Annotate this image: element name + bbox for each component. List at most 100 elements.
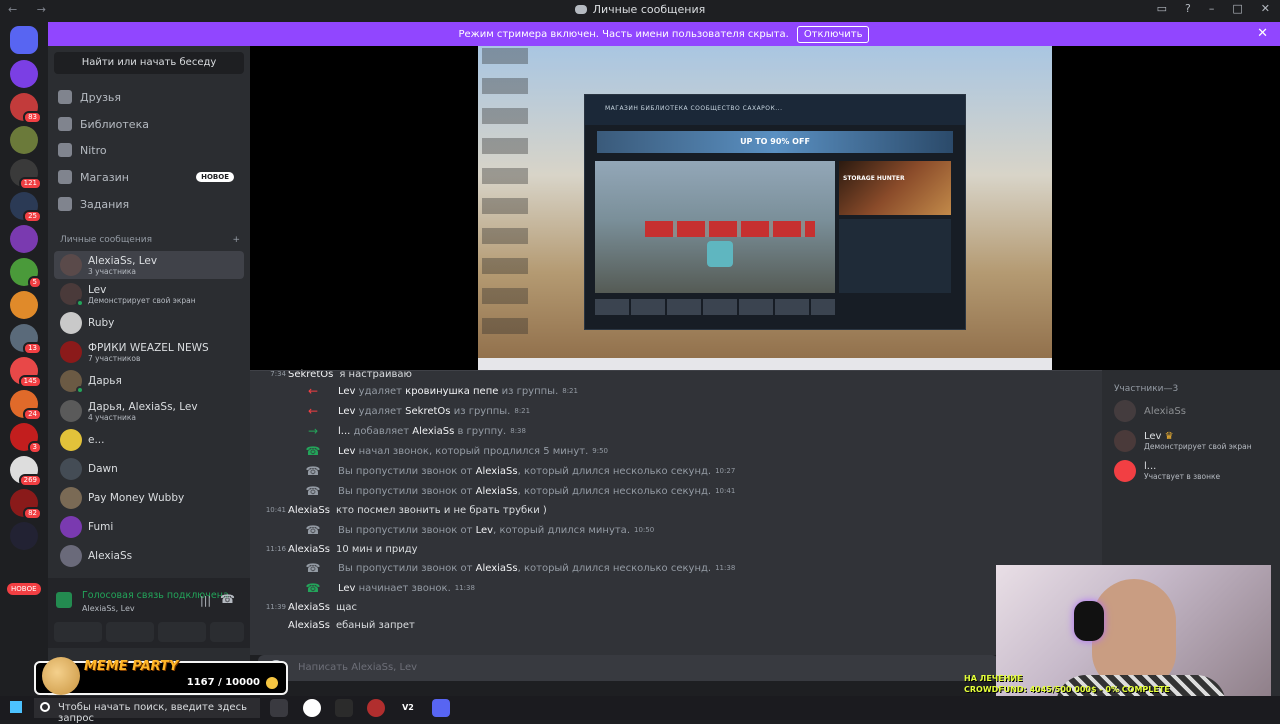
- search-input[interactable]: Найти или начать беседу: [54, 52, 244, 74]
- chat-message[interactable]: ☎ Вы пропустили звонок от AlexiaSs, котор…: [250, 558, 1102, 578]
- dm-item[interactable]: AlexiaSs, Lev 3 участника: [54, 251, 244, 279]
- dm-item[interactable]: Ruby: [54, 309, 244, 337]
- soundboard-button[interactable]: [210, 622, 244, 642]
- message-timestamp: 10:41: [715, 487, 736, 495]
- chat-message[interactable]: ☎ Вы пропустили звонок от AlexiaSs, котор…: [250, 461, 1102, 481]
- nav-nitro[interactable]: Nitro: [58, 139, 244, 161]
- mention-badge: 25: [23, 210, 42, 223]
- nav-friends[interactable]: Друзья: [58, 86, 244, 108]
- discord-task-icon[interactable]: [432, 699, 450, 717]
- chat-message[interactable]: 11:16 AlexiaSs 10 мин и приду: [250, 539, 1102, 559]
- server-icon[interactable]: [10, 60, 38, 88]
- voice-channel[interactable]: AlexiaSs, Lev: [82, 604, 135, 613]
- message-tail: , который длился несколько секунд.: [517, 465, 712, 477]
- server-icon[interactable]: 82: [10, 489, 42, 520]
- mention-badge: 269: [18, 474, 42, 487]
- message-actor: Lev: [338, 582, 356, 594]
- member-item[interactable]: AlexiaSs: [1114, 398, 1274, 424]
- nav-label: Задания: [80, 197, 130, 211]
- minimize-button[interactable]: –: [1209, 2, 1215, 15]
- mention-badge: 82: [23, 507, 42, 520]
- add-dm-icon[interactable]: +: [232, 235, 240, 245]
- server-icon[interactable]: 13: [10, 324, 42, 355]
- chat-message[interactable]: ☎ Вы пропустили звонок от AlexiaSs, котор…: [250, 481, 1102, 501]
- chat-message[interactable]: → l... добавляет AlexiaSs в группу. 8:38: [250, 421, 1102, 441]
- mention-badge: 121: [18, 177, 42, 190]
- message-author: AlexiaSs: [288, 504, 330, 516]
- chat-message[interactable]: ☎ Lev начинает звонок. 11:38: [250, 578, 1102, 598]
- yandex-icon[interactable]: [303, 699, 321, 717]
- disable-streamer-button[interactable]: Отключить: [796, 25, 870, 43]
- chat-message[interactable]: ☎ Вы пропустили звонок от Lev, который дл…: [250, 520, 1102, 540]
- arrow-left-icon: ←: [307, 404, 319, 418]
- voice-panel: Голосовая связь подключена AlexiaSs, Lev…: [48, 578, 250, 648]
- dm-item[interactable]: Дарья, AlexiaSs, Lev 4 участника: [54, 397, 244, 425]
- server-icon[interactable]: 3: [10, 423, 42, 454]
- chat-message[interactable]: ☎ Lev начал звонок, который продлился 5 м…: [250, 441, 1102, 461]
- server-icon[interactable]: [10, 225, 38, 253]
- dm-item[interactable]: Pay Money Wubby: [54, 484, 244, 512]
- home-button[interactable]: [10, 26, 38, 54]
- message-prefix: Вы пропустили звонок от: [338, 524, 476, 536]
- server-icon[interactable]: [10, 126, 38, 154]
- inbox-icon[interactable]: ▭: [1157, 2, 1167, 15]
- dm-item[interactable]: Lev Демонстрирует свой экран: [54, 280, 244, 308]
- server-icon[interactable]: 24: [10, 390, 42, 421]
- server-icon[interactable]: [10, 291, 38, 319]
- dm-header: Личные сообщения +: [60, 235, 240, 245]
- server-icon[interactable]: 83: [10, 93, 42, 124]
- message-actor: Lev: [338, 405, 356, 417]
- activities-button[interactable]: [158, 622, 206, 642]
- member-item[interactable]: l... Участвует в звонке: [1114, 458, 1274, 484]
- mention-badge: 5: [27, 276, 42, 289]
- game-thumbnails: [595, 299, 835, 315]
- server-icon[interactable]: 121: [10, 159, 42, 190]
- maximize-button[interactable]: □: [1232, 2, 1242, 15]
- dm-item[interactable]: Dawn: [54, 455, 244, 483]
- start-icon[interactable]: [10, 701, 22, 713]
- dm-item[interactable]: Fumi: [54, 513, 244, 541]
- server-icon[interactable]: 5: [10, 258, 42, 289]
- app-icon[interactable]: [335, 699, 353, 717]
- message-timestamp: 9:50: [592, 447, 608, 455]
- nav-label: Nitro: [80, 143, 107, 157]
- obs-icon[interactable]: [367, 699, 385, 717]
- dm-name: e...: [88, 434, 105, 446]
- chat-message[interactable]: ← Lev удаляет SekretOs из группы. 8:21: [250, 401, 1102, 421]
- dm-item[interactable]: e...: [54, 426, 244, 454]
- headset-icon: [1074, 601, 1104, 641]
- server-icon[interactable]: 25: [10, 192, 42, 223]
- crown-icon: ♛: [1164, 431, 1174, 442]
- steam-header: МАГАЗИН БИБЛИОТЕКА СООБЩЕСТВО САХАРОК...: [585, 95, 965, 125]
- chat-message[interactable]: 10:41 AlexiaSs кто посмел звонить и не бра…: [250, 500, 1102, 520]
- nav-library[interactable]: Библиотека: [58, 113, 244, 135]
- dm-item[interactable]: ФРИКИ WEAZEL NEWS 7 участников: [54, 338, 244, 366]
- disconnect-icon[interactable]: ☎: [220, 592, 235, 606]
- chat-message[interactable]: 11:39 AlexiaSs щас: [250, 597, 1102, 617]
- server-icon[interactable]: 145: [10, 357, 42, 388]
- message-composer[interactable]: + Написать AlexiaSs, Lev: [258, 655, 998, 681]
- stream-viewer[interactable]: МАГАЗИН БИБЛИОТЕКА СООБЩЕСТВО САХАРОК...…: [250, 46, 1280, 370]
- nitro-icon: [58, 143, 72, 157]
- screenshare-button[interactable]: [106, 622, 154, 642]
- dm-item[interactable]: AlexiaSs: [54, 542, 244, 570]
- close-icon[interactable]: ✕: [1257, 26, 1268, 41]
- taskbar-search[interactable]: Чтобы начать поиск, введите здесь запрос: [34, 698, 260, 724]
- nav-quests[interactable]: Задания: [58, 193, 244, 215]
- dm-item[interactable]: Дарья: [54, 367, 244, 395]
- server-icon[interactable]: [10, 522, 38, 550]
- help-icon[interactable]: ?: [1185, 2, 1191, 15]
- new-badge: НОВОЕ: [196, 172, 234, 182]
- v2-icon[interactable]: V2: [399, 699, 417, 717]
- close-button[interactable]: ✕: [1261, 2, 1270, 15]
- camera-button[interactable]: [54, 622, 102, 642]
- task-view-icon[interactable]: [270, 699, 288, 717]
- server-icon[interactable]: 269: [10, 456, 42, 487]
- chat-message[interactable]: ← Lev удаляет кровинушка пепе из группы. 8…: [250, 381, 1102, 401]
- noise-icon[interactable]: |||: [200, 594, 211, 607]
- message-time: 10:41: [265, 506, 286, 514]
- mention-badge: 13: [23, 342, 42, 355]
- chat-message[interactable]: AlexiaSs ебаный запрет: [250, 615, 1102, 635]
- nav-shop[interactable]: Магазин НОВОЕ: [58, 166, 244, 188]
- member-item[interactable]: Lev ♛ Демонстрирует свой экран: [1114, 428, 1274, 454]
